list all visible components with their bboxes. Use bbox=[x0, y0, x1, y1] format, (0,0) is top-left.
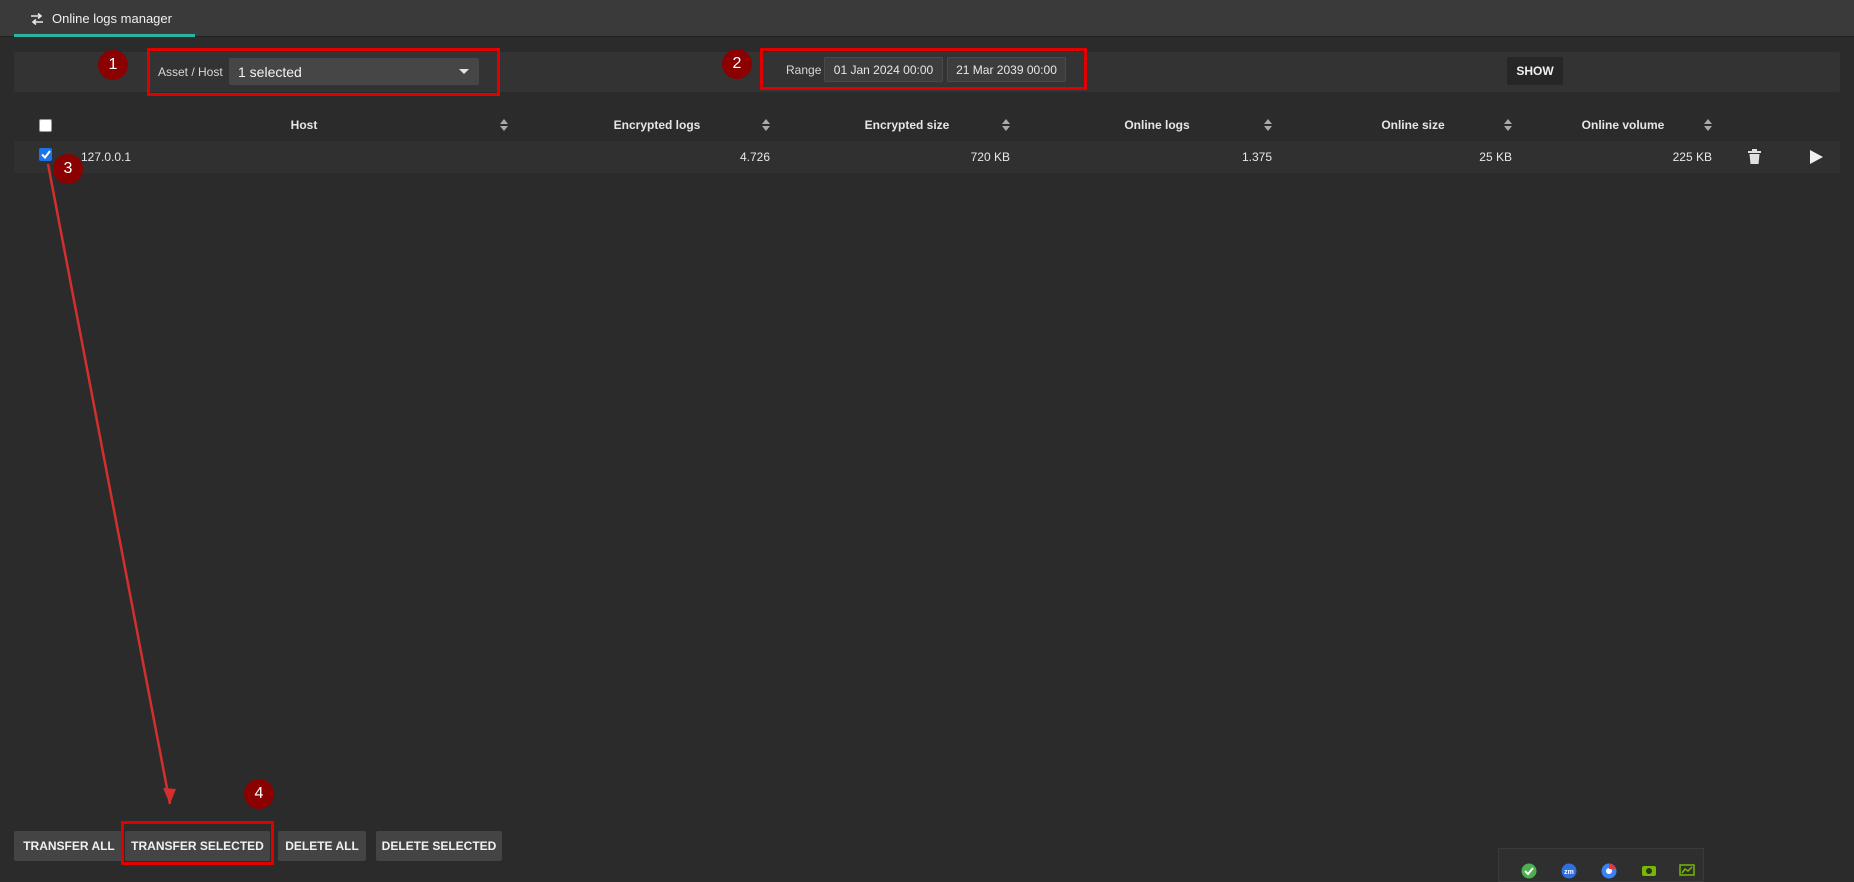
select-all-checkbox[interactable] bbox=[39, 119, 52, 132]
sort-icon[interactable] bbox=[500, 119, 508, 131]
annotation-box-host bbox=[147, 48, 500, 96]
tab-active-indicator bbox=[14, 34, 195, 37]
swap-arrows-icon bbox=[31, 12, 43, 25]
trash-icon[interactable] bbox=[1748, 149, 1761, 164]
sort-icon[interactable] bbox=[762, 119, 770, 131]
column-header-online-volume[interactable]: Online volume bbox=[1490, 112, 1756, 138]
table-header: Host Encrypted logs Encrypted size Onlin… bbox=[14, 112, 1840, 138]
network-monitor-icon[interactable] bbox=[1679, 863, 1695, 879]
cell-online-logs: 1.375 bbox=[1241, 150, 1272, 164]
play-icon[interactable] bbox=[1809, 150, 1823, 164]
column-header-encrypted-logs[interactable]: Encrypted logs bbox=[514, 112, 800, 138]
svg-text:zm: zm bbox=[1564, 869, 1574, 876]
show-button[interactable]: SHOW bbox=[1507, 57, 1563, 85]
delete-all-button[interactable]: DELETE ALL bbox=[278, 831, 366, 861]
tab-bar: Online logs manager bbox=[0, 0, 1854, 37]
chrome-like-icon[interactable] bbox=[1601, 863, 1617, 879]
nvidia-like-icon[interactable] bbox=[1641, 863, 1657, 879]
annotation-box-range bbox=[760, 48, 1087, 90]
tab-online-logs-manager[interactable]: Online logs manager bbox=[14, 0, 195, 37]
cell-online-size: 25 KB bbox=[1479, 150, 1512, 164]
online-logs-manager-page: Online logs manager Asset / Host 1 selec… bbox=[0, 0, 1854, 882]
sort-icon[interactable] bbox=[1704, 119, 1712, 131]
zm-badge-icon[interactable]: zm bbox=[1561, 863, 1577, 879]
cell-online-volume: 225 KB bbox=[1672, 150, 1712, 164]
sort-icon[interactable] bbox=[1002, 119, 1010, 131]
check-icon bbox=[40, 150, 51, 159]
cell-host: 127.0.0.1 bbox=[81, 150, 132, 164]
column-header-online-logs[interactable]: Online logs bbox=[1024, 112, 1290, 138]
row-checkbox[interactable] bbox=[39, 148, 52, 161]
transfer-all-button[interactable]: TRANSFER ALL bbox=[14, 831, 124, 861]
sort-icon[interactable] bbox=[1264, 119, 1272, 131]
annotation-box-transfer-selected bbox=[121, 821, 274, 865]
cell-encrypted-size: 720 KB bbox=[970, 150, 1010, 164]
cell-encrypted-logs: 4.726 bbox=[739, 150, 770, 164]
column-header-encrypted-size[interactable]: Encrypted size bbox=[774, 112, 1040, 138]
system-tray: zm bbox=[1498, 848, 1704, 882]
annotation-marker-1: 1 bbox=[98, 50, 128, 80]
delete-selected-button[interactable]: DELETE SELECTED bbox=[376, 831, 502, 861]
tab-label: Online logs manager bbox=[52, 11, 172, 26]
annotation-marker-3: 3 bbox=[53, 154, 83, 184]
annotation-marker-2: 2 bbox=[722, 49, 752, 79]
annotation-marker-4: 4 bbox=[244, 779, 274, 809]
table-row[interactable]: 127.0.0.1 4.726 720 KB 1.375 25 KB 225 K… bbox=[14, 141, 1840, 173]
column-header-host[interactable]: Host bbox=[154, 112, 454, 138]
green-check-icon[interactable] bbox=[1521, 863, 1537, 879]
